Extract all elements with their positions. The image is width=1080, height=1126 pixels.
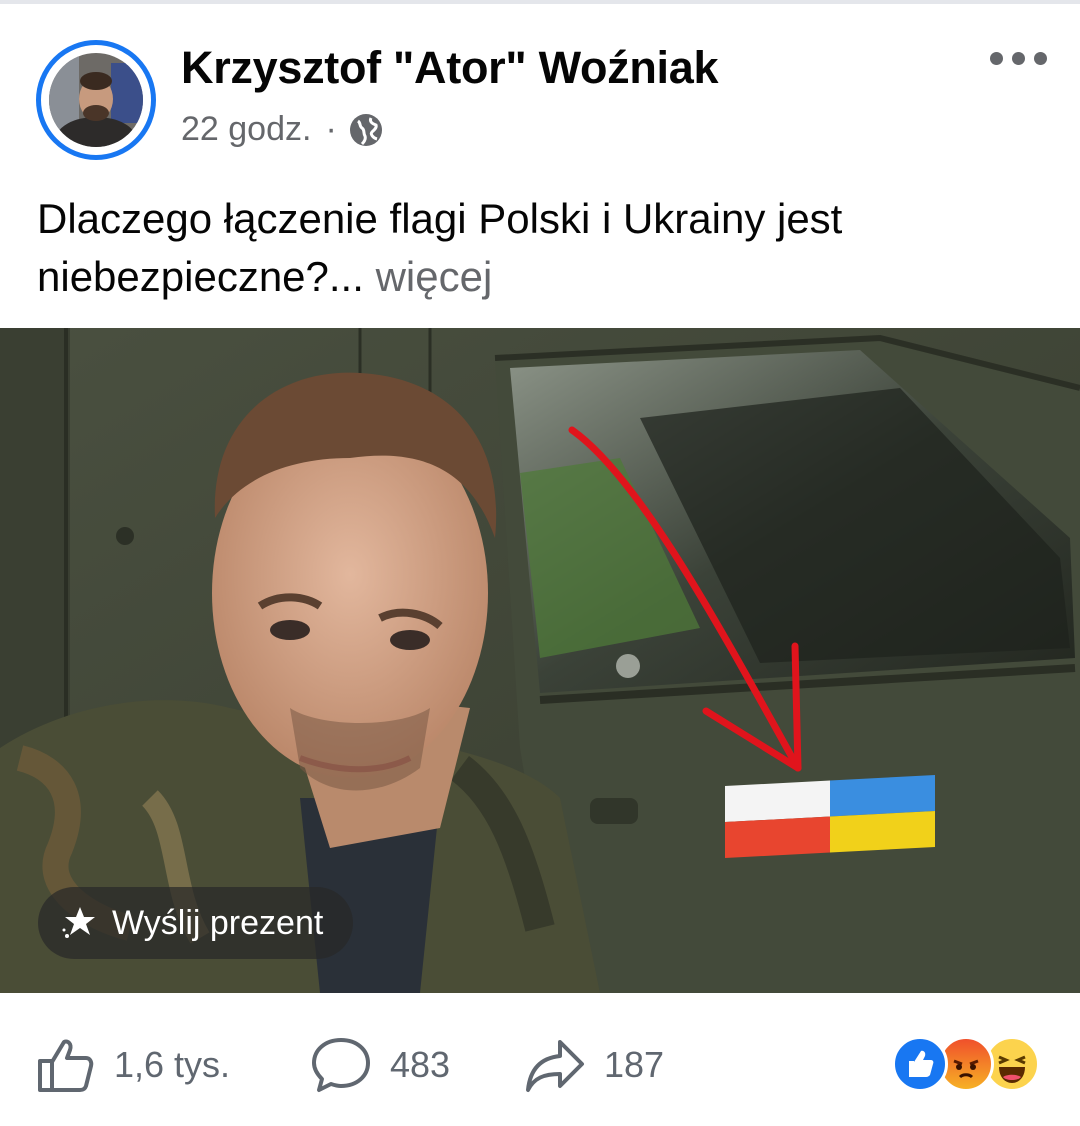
like-reaction-icon (892, 1036, 948, 1092)
more-dot (1034, 52, 1047, 65)
share-count: 187 (604, 1044, 665, 1085)
post-meta: 22 godz. · (181, 110, 383, 149)
thumbs-up-icon (38, 1039, 94, 1092)
share-button[interactable]: 187 (524, 1020, 664, 1110)
see-more-link[interactable]: więcej (376, 253, 493, 300)
post-action-bar: 1,6 tys. 483 187 (0, 1020, 1080, 1110)
comment-count: 483 (390, 1044, 451, 1085)
post-photo[interactable]: Wyślij prezent (0, 328, 1080, 993)
top-divider (0, 0, 1080, 4)
meta-separator: · (325, 110, 337, 148)
more-dot (990, 52, 1003, 65)
send-gift-button[interactable]: Wyślij prezent (38, 887, 354, 959)
post-text: Dlaczego łączenie flagi Polski i Ukrainy… (37, 190, 1047, 306)
like-count: 1,6 tys. (114, 1044, 231, 1085)
post-time[interactable]: 22 godz. (181, 110, 311, 149)
comment-button[interactable]: 483 (310, 1020, 450, 1110)
gift-icon (62, 907, 95, 938)
author-name[interactable]: Krzysztof "Ator" Woźniak (181, 42, 718, 94)
send-gift-label: Wyślij prezent (112, 903, 324, 942)
more-dot (1012, 52, 1025, 65)
comment-bubble-icon (312, 1038, 370, 1092)
reaction-summary[interactable] (892, 1036, 1042, 1092)
globe-icon[interactable] (349, 113, 383, 147)
post-ellipsis: ... (328, 253, 364, 300)
flag-sticker (725, 774, 935, 859)
avatar-photo (49, 53, 143, 147)
like-button[interactable]: 1,6 tys. (34, 1020, 230, 1110)
more-options-icon[interactable] (990, 52, 1047, 65)
author-avatar[interactable] (36, 40, 156, 160)
share-arrow-icon (526, 1040, 584, 1092)
